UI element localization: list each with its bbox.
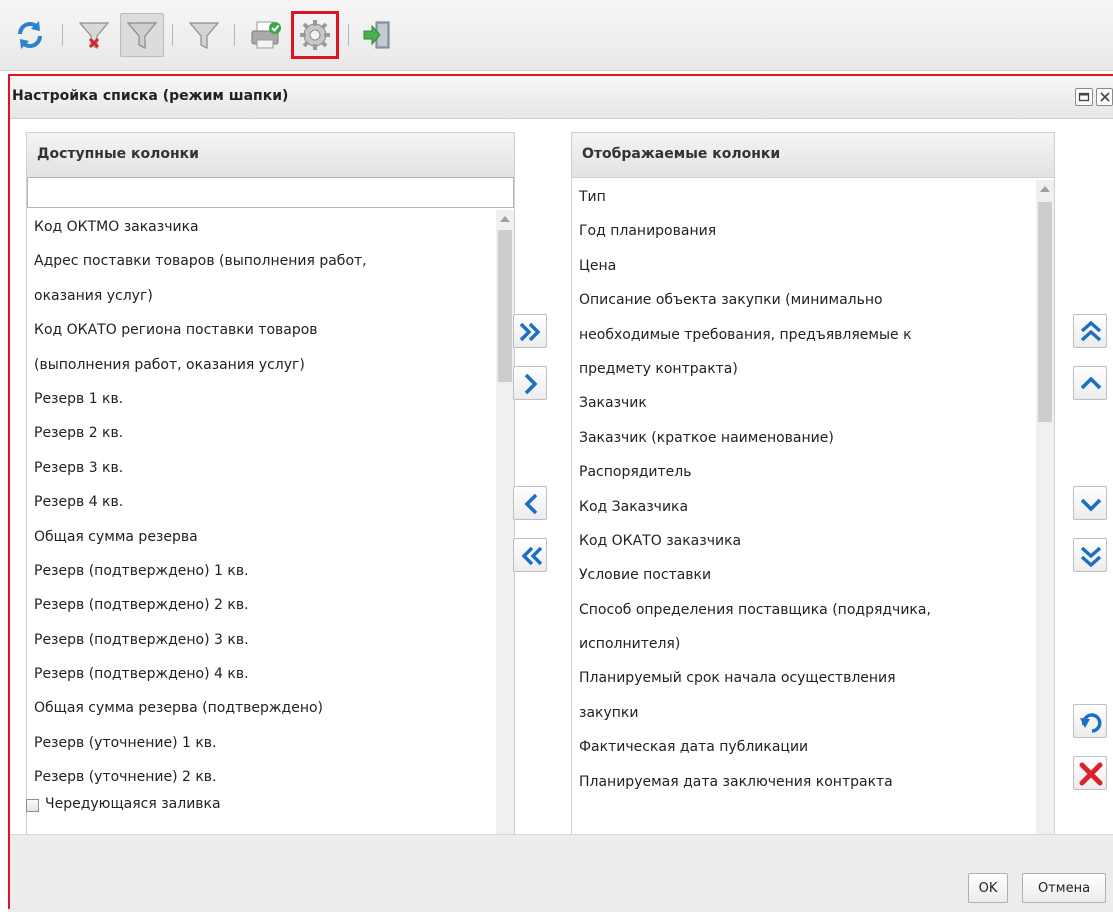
list-item[interactable]: Резерв (подтверждено) 3 кв. <box>27 623 496 657</box>
list-item[interactable]: Заказчик <box>572 386 1036 420</box>
displayed-columns-scrollbar[interactable] <box>1036 180 1054 847</box>
move-down-button[interactable] <box>1073 486 1107 520</box>
gear-icon <box>300 20 330 50</box>
list-item[interactable]: Общая сумма резерва (подтверждено) <box>27 691 496 725</box>
close-icon <box>1100 92 1110 102</box>
move-to-top-button[interactable] <box>1073 314 1107 348</box>
list-item[interactable]: Планируемая дата заключения контракта <box>572 765 1036 799</box>
close-button[interactable] <box>1096 88 1113 106</box>
exit-button[interactable] <box>356 13 400 57</box>
list-item[interactable]: Заказчик (краткое наименование) <box>572 421 1036 455</box>
settings-dialog: Настройка списка (режим шапки) Доступные… <box>8 74 1113 912</box>
refresh-icon <box>18 21 42 49</box>
displayed-columns-title: Отображаемые колонки <box>582 146 781 162</box>
list-item[interactable]: Год планирования <box>572 214 1036 248</box>
move-top-icon <box>1080 320 1102 342</box>
print-icon <box>251 21 281 49</box>
list-item[interactable]: Код ОКТМО заказчика <box>27 210 496 244</box>
filter-clear-button[interactable] <box>72 13 116 57</box>
maximize-button[interactable] <box>1075 88 1093 106</box>
list-item[interactable]: Фактическая дата публикации <box>572 730 1036 764</box>
list-item[interactable]: Адрес поставки товаров (выполнения работ… <box>27 244 496 278</box>
list-item[interactable]: Планируемый срок начала осуществления <box>572 661 1036 695</box>
list-item[interactable]: Резерв (подтверждено) 4 кв. <box>27 657 496 691</box>
list-item[interactable]: Резерв (уточнение) 2 кв. <box>27 760 496 794</box>
list-item[interactable]: Резерв 1 кв. <box>27 382 496 416</box>
cancel-button[interactable]: Отмена <box>1022 873 1106 903</box>
list-item[interactable]: (выполнения работ, оказания услуг) <box>27 348 496 382</box>
list-item[interactable]: Распорядитель <box>572 455 1036 489</box>
move-right-button[interactable] <box>513 366 547 400</box>
list-item[interactable]: оказания услуг) <box>27 279 496 313</box>
settings-button[interactable] <box>291 11 339 59</box>
move-down-icon <box>1080 498 1102 512</box>
list-item[interactable]: Условие поставки <box>572 558 1036 592</box>
available-columns-list[interactable]: Код ОКТМО заказчика Адрес поставки товаро… <box>27 210 496 847</box>
available-columns-scroll-thumb[interactable] <box>498 230 512 382</box>
refresh-button[interactable] <box>8 13 52 57</box>
move-right-icon <box>524 373 538 395</box>
move-left-button[interactable] <box>513 486 547 520</box>
move-up-icon <box>1080 376 1102 390</box>
alternating-fill-option[interactable]: Чередующаяся заливка <box>26 796 346 816</box>
list-item[interactable]: Способ определения поставщика (подрядчик… <box>572 593 1036 627</box>
list-item[interactable]: Резерв 4 кв. <box>27 485 496 519</box>
list-item[interactable]: Резерв 3 кв. <box>27 451 496 485</box>
list-item[interactable]: Тип <box>572 180 1036 214</box>
available-columns-panel: Доступные колонки Код ОКТМО заказчика Адр… <box>26 132 515 848</box>
maximize-icon <box>1078 92 1090 102</box>
undo-icon <box>1080 713 1102 733</box>
move-up-button[interactable] <box>1073 366 1107 400</box>
filter-icon <box>188 22 220 49</box>
filter-toggle-button[interactable] <box>120 13 164 57</box>
scroll-up-arrow-icon[interactable] <box>496 210 514 228</box>
delete-icon <box>1079 762 1103 786</box>
undo-button[interactable] <box>1073 704 1107 738</box>
list-item[interactable]: Резерв (подтверждено) 1 кв. <box>27 554 496 588</box>
move-all-right-icon <box>519 322 541 342</box>
displayed-columns-panel: Отображаемые колонки Тип Год планирования… <box>571 132 1055 848</box>
scroll-up-arrow-icon[interactable] <box>1036 180 1054 198</box>
list-item[interactable]: закупки <box>572 696 1036 730</box>
move-to-bottom-button[interactable] <box>1073 538 1107 572</box>
move-all-left-icon <box>521 546 543 566</box>
dialog-header: Настройка списка (режим шапки) <box>10 76 1113 119</box>
list-item[interactable]: Код ОКАТО региона поставки товаров <box>27 313 496 347</box>
print-button[interactable] <box>244 13 288 57</box>
list-item[interactable]: Код ОКАТО заказчика <box>572 524 1036 558</box>
filter-clear-icon <box>78 22 110 49</box>
available-columns-header: Доступные колонки <box>27 133 514 178</box>
list-item[interactable]: Код Заказчика <box>572 490 1036 524</box>
list-item[interactable]: необходимые требования, предъявляемые к <box>572 318 1036 352</box>
filter-button[interactable] <box>182 13 226 57</box>
list-item[interactable]: Резерв (уточнение) 1 кв. <box>27 726 496 760</box>
move-all-right-button[interactable] <box>513 314 547 348</box>
available-columns-search-input[interactable] <box>27 177 514 208</box>
alternating-fill-checkbox[interactable] <box>26 799 39 812</box>
filter-toggle-icon <box>126 22 158 49</box>
dialog-title: Настройка списка (режим шапки) <box>12 88 289 104</box>
list-item[interactable]: Общая сумма резерва <box>27 520 496 554</box>
displayed-columns-scroll-thumb[interactable] <box>1038 202 1052 422</box>
list-item[interactable]: Резерв 2 кв. <box>27 416 496 450</box>
displayed-columns-list[interactable]: Тип Год планирования Цена Описание объекта … <box>572 180 1036 847</box>
available-columns-scrollbar[interactable] <box>496 210 514 847</box>
move-all-left-button[interactable] <box>513 538 547 572</box>
exit-icon <box>363 21 390 49</box>
ok-button[interactable]: OK <box>968 873 1008 903</box>
displayed-columns-header: Отображаемые колонки <box>572 133 1054 178</box>
list-item[interactable]: Резерв (подтверждено) 2 кв. <box>27 588 496 622</box>
toolbar <box>0 0 1113 71</box>
available-columns-title: Доступные колонки <box>37 146 199 162</box>
delete-button[interactable] <box>1073 756 1107 790</box>
list-item[interactable]: Цена <box>572 249 1036 283</box>
list-item[interactable]: Описание объекта закупки (минимально <box>572 283 1036 317</box>
list-item[interactable]: предмету контракта) <box>572 352 1036 386</box>
move-left-icon <box>524 493 538 515</box>
dialog-footer: OK Отмена <box>10 834 1113 912</box>
move-bottom-icon <box>1080 546 1102 568</box>
alternating-fill-label: Чередующаяся заливка <box>45 796 221 812</box>
list-item[interactable]: исполнителя) <box>572 627 1036 661</box>
